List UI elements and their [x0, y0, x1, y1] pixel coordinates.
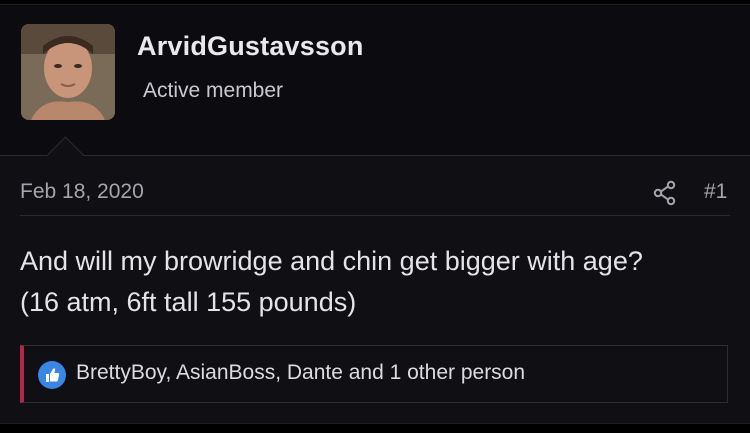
reaction-users-link[interactable]: BrettyBoy, AsianBoss, Dante and 1 other … [76, 361, 525, 385]
post-user-header: ArvidGustavsson Active member [0, 5, 750, 156]
post-meta-row: Feb 18, 2020 #1 [20, 175, 730, 216]
user-avatar[interactable] [21, 24, 115, 120]
username-link[interactable]: ArvidGustavsson [137, 31, 364, 62]
like-icon [38, 361, 66, 389]
post-number-link[interactable]: #1 [704, 180, 727, 204]
reactions-bar[interactable]: BrettyBoy, AsianBoss, Dante and 1 other … [20, 345, 728, 403]
user-title: Active member [143, 79, 284, 102]
message-line: (16 atm, 6ft tall 155 pounds) [20, 287, 357, 317]
message-line: And will my browridge and chin get bigge… [20, 246, 643, 276]
share-icon[interactable] [652, 180, 678, 206]
forum-post: ArvidGustavsson Active member Feb 18, 20… [0, 4, 750, 424]
avatar-photo-icon [21, 24, 115, 120]
post-message: And will my browridge and chin get bigge… [20, 241, 735, 323]
post-date-link[interactable]: Feb 18, 2020 [20, 180, 144, 204]
